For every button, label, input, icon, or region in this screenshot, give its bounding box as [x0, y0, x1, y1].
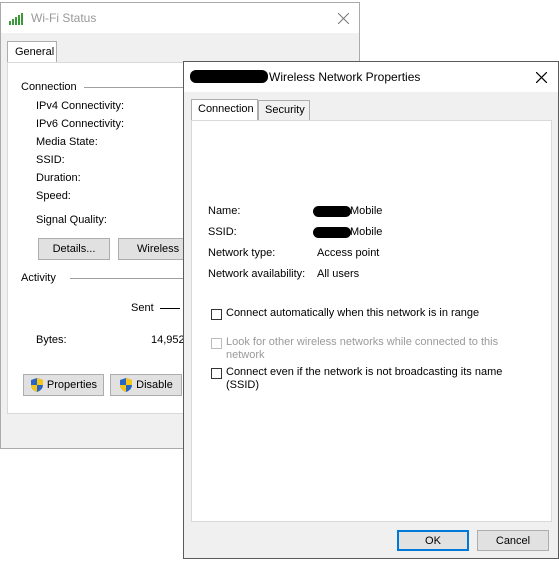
network-availability-label: Network availability: [208, 268, 306, 280]
look-for-other-networks-label: Look for other wireless networks while c… [226, 336, 499, 348]
tab-general[interactable]: General [7, 41, 57, 63]
media-state-label: Media State: [36, 136, 98, 148]
redacted-network-name [190, 70, 268, 83]
cancel-button[interactable]: Cancel [477, 530, 549, 551]
title-bar: Wireless Network Properties [184, 62, 558, 92]
uac-shield-icon [30, 378, 43, 392]
disable-button-label: Disable [136, 379, 173, 391]
details-button[interactable]: Details... [38, 238, 110, 260]
activity-group-label: Activity [21, 272, 56, 284]
connect-hidden-ssid-label-line2: (SSID) [226, 379, 259, 391]
network-type-label: Network type: [208, 247, 276, 259]
wireless-properties-button[interactable]: Wireless P [118, 238, 188, 260]
group-divider [84, 87, 184, 88]
speed-label: Speed: [36, 190, 71, 202]
name-value: Mobile [350, 205, 383, 217]
connect-hidden-ssid-checkbox[interactable] [211, 368, 222, 379]
network-availability-value: All users [317, 268, 360, 280]
uac-shield-icon [120, 378, 133, 392]
title-bar: Wi-Fi Status [1, 3, 359, 33]
ok-button-label: OK [425, 534, 441, 547]
tab-security[interactable]: Security [258, 100, 310, 121]
ipv4-label: IPv4 Connectivity: [36, 100, 125, 112]
close-icon [535, 71, 547, 83]
ssid-label: SSID: [208, 226, 237, 238]
wifi-signal-icon [9, 13, 23, 25]
ok-button[interactable]: OK [397, 530, 469, 551]
signal-quality-label: Signal Quality: [36, 214, 107, 226]
look-for-other-networks-label-line2: network [226, 349, 265, 361]
properties-button-label: Properties [46, 379, 98, 391]
window-title: Wireless Network Properties [269, 70, 421, 84]
close-button[interactable] [331, 7, 355, 29]
redacted-name [313, 206, 351, 217]
close-button[interactable] [530, 66, 552, 88]
bytes-sent-value: 14,952 [151, 334, 185, 346]
redacted-ssid [313, 227, 351, 238]
properties-button[interactable]: Properties [23, 374, 104, 396]
ssid-label: SSID: [36, 154, 65, 166]
name-label: Name: [208, 205, 241, 217]
close-icon [337, 12, 349, 24]
cancel-button-label: Cancel [495, 534, 531, 547]
ipv6-label: IPv6 Connectivity: [36, 118, 125, 130]
disable-button[interactable]: Disable [110, 374, 182, 396]
connection-panel: Name: Mobile SSID: Mobile Network type: … [191, 120, 552, 522]
tab-connection[interactable]: Connection [191, 99, 258, 121]
connect-automatically-checkbox[interactable] [211, 309, 222, 320]
details-button-label: Details... [52, 243, 96, 255]
connect-automatically-label: Connect automatically when this network … [226, 307, 480, 319]
ssid-value: Mobile [350, 226, 383, 238]
wireless-properties-window: Wireless Network Properties Connection S… [183, 61, 559, 559]
bytes-label: Bytes: [36, 334, 67, 346]
connection-group-label: Connection [21, 81, 77, 93]
sent-divider [160, 308, 180, 309]
group-divider [70, 278, 184, 279]
wireless-button-label: Wireless P [137, 243, 188, 255]
network-type-value: Access point [317, 247, 380, 259]
look-for-other-networks-checkbox[interactable] [211, 338, 222, 349]
sent-label: Sent [131, 302, 154, 314]
connect-hidden-ssid-label: Connect even if the network is not broad… [226, 366, 503, 378]
window-title: Wi-Fi Status [31, 11, 97, 25]
duration-label: Duration: [36, 172, 81, 184]
